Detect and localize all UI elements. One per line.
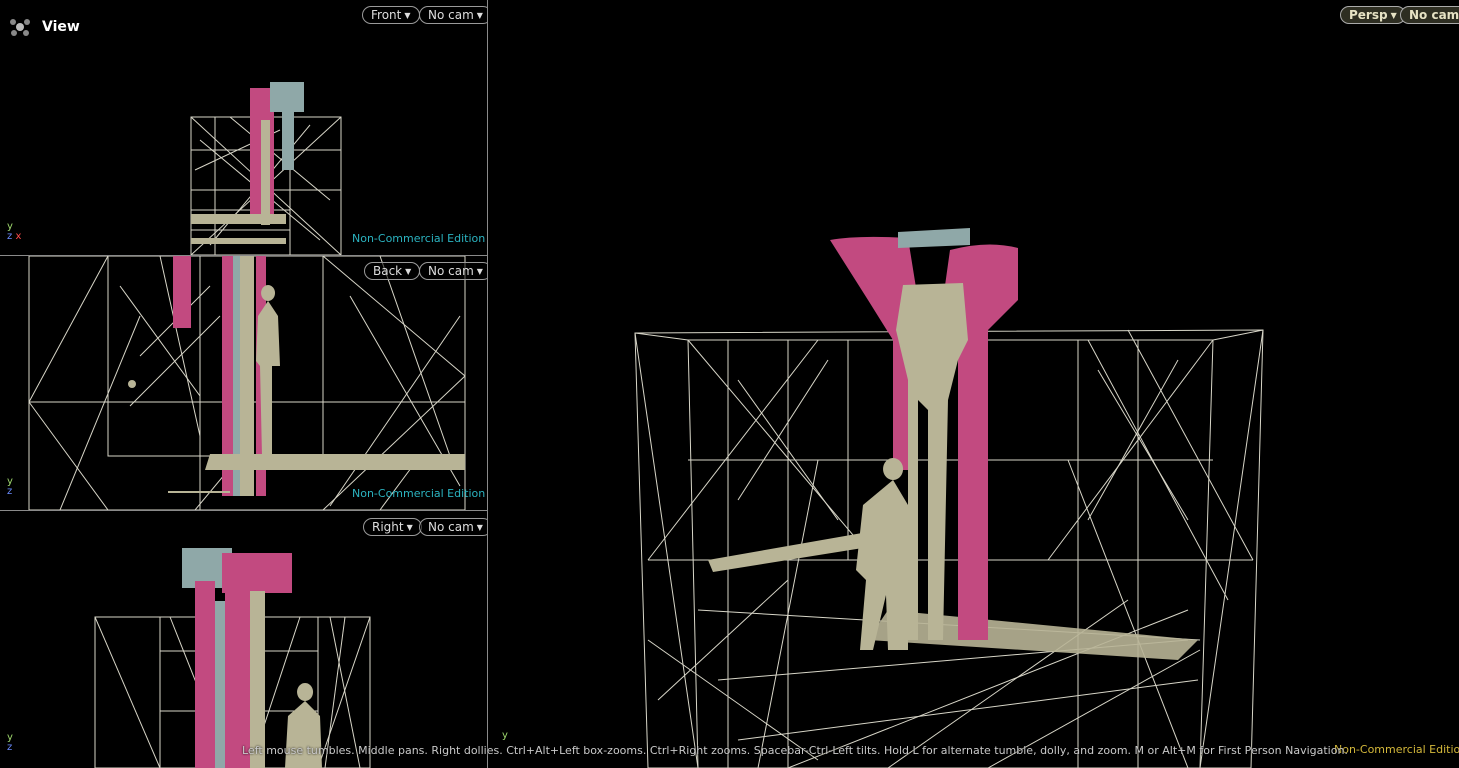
camera-dropdown-back[interactable]: No cam ▼	[419, 262, 487, 280]
persp-scene	[634, 228, 1264, 768]
app-title: View	[42, 19, 80, 35]
right-scene	[94, 548, 371, 768]
axis-indicator-right: y z	[7, 732, 13, 753]
axis-indicator-front: y z x	[7, 221, 22, 242]
axis-indicator-persp: y	[502, 730, 508, 741]
axis-indicator-back: y z	[7, 476, 13, 497]
chevron-down-icon: ▼	[404, 11, 411, 20]
view-dropdown-persp[interactable]: Persp ▼	[1340, 6, 1406, 24]
chevron-down-icon: ▼	[1390, 11, 1397, 20]
view-dropdown-right[interactable]: Right ▼	[363, 518, 422, 536]
camera-dropdown-right[interactable]: No cam ▼	[419, 518, 487, 536]
edition-watermark-back: Non-Commercial Edition	[352, 487, 486, 500]
front-scene	[190, 82, 342, 255]
chevron-down-icon: ▼	[476, 267, 483, 276]
back-scene	[28, 256, 466, 510]
houdini-logo-icon	[10, 19, 30, 36]
chevron-down-icon: ▼	[476, 523, 483, 532]
camera-dropdown-front[interactable]: No cam ▼	[419, 6, 487, 24]
edition-watermark-front: Non-Commercial Edition	[352, 232, 486, 245]
view-dropdown-back[interactable]: Back ▼	[364, 262, 421, 280]
app-header: View	[8, 16, 80, 38]
viewport-back[interactable]: Back ▼ No cam ▼ Non-Commercial Edition y z	[0, 256, 487, 510]
viewport-front[interactable]: Front ▼ No cam ▼ Non-Commercial Edition y …	[0, 0, 487, 255]
navigation-hint: Left mouse tumbles. Middle pans. Right d…	[242, 744, 1348, 757]
edition-watermark-persp: Non-Commercial Edition	[1334, 743, 1459, 756]
camera-dropdown-persp[interactable]: No cam▼	[1400, 6, 1459, 24]
view-dropdown-front[interactable]: Front ▼	[362, 6, 420, 24]
chevron-down-icon: ▼	[476, 11, 483, 20]
viewport-right[interactable]: Right ▼ No cam ▼ y z	[0, 511, 487, 768]
chevron-down-icon: ▼	[406, 523, 413, 532]
viewport-persp[interactable]: Persp▼ No cam▼ Non-Commercial Edition	[488, 0, 1459, 768]
chevron-down-icon: ▼	[405, 267, 412, 276]
